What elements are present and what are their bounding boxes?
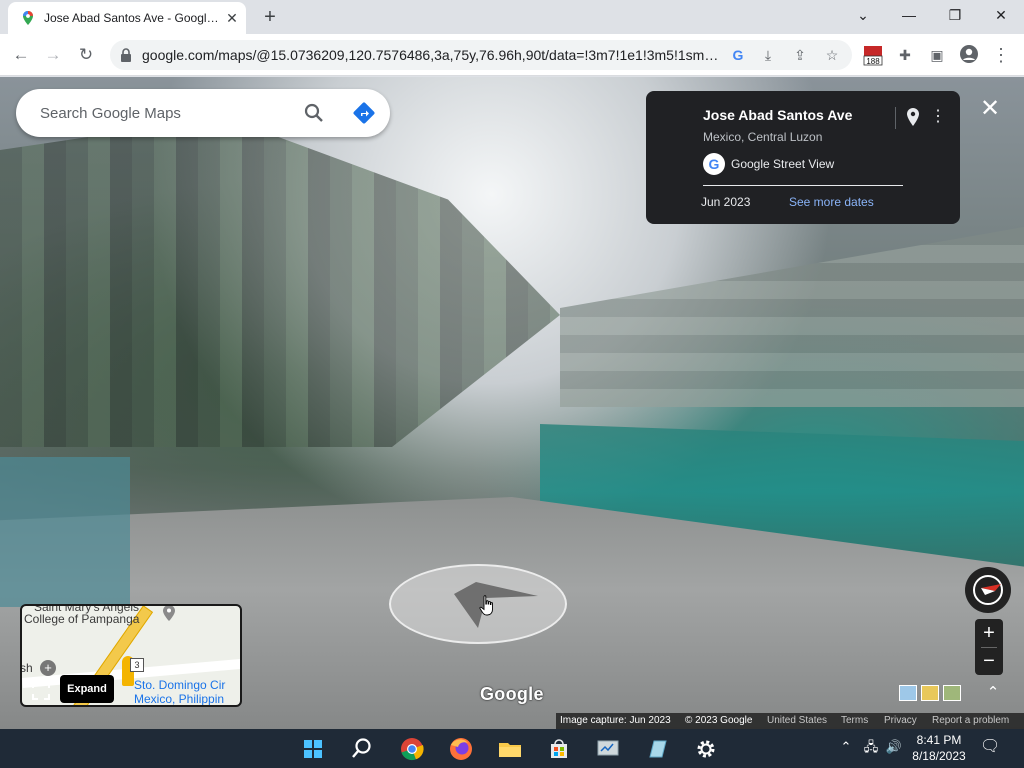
directions-icon[interactable]	[352, 101, 376, 125]
location-subtitle: Mexico, Central Luzon	[703, 130, 823, 144]
route-shield: 3	[130, 658, 144, 672]
divider	[895, 107, 896, 129]
notification-icon[interactable]: 🗨	[980, 737, 1000, 757]
capture-date[interactable]: Jun 2023	[701, 195, 750, 209]
divider	[981, 647, 997, 648]
region-link[interactable]: United States	[767, 713, 827, 729]
calendar-extension-icon: 188	[863, 46, 883, 66]
see-more-dates-link[interactable]: See more dates	[789, 195, 874, 209]
maps-favicon	[23, 11, 33, 25]
minimap-place-label: Sto. Domingo Cir	[134, 678, 226, 692]
back-icon[interactable]: ←	[8, 42, 34, 68]
firefox-icon[interactable]	[445, 733, 477, 765]
tab-strip: Jose Abad Santos Ave - Google Maps ✕ + ⌄…	[0, 0, 1024, 34]
compass-icon	[973, 575, 1003, 605]
star-icon[interactable]: ☆	[822, 45, 842, 65]
minimap-label: sh	[20, 661, 33, 675]
lock-icon	[121, 48, 131, 62]
clock-time: 8:41 PM	[916, 733, 962, 747]
volume-icon[interactable]: 🔊	[884, 737, 904, 757]
minimap[interactable]: Saint Mary's Angels College of Pampanga …	[20, 604, 242, 707]
puzzle-icon[interactable]: ✚	[894, 44, 916, 66]
source-label: Google Street View	[731, 157, 835, 171]
clock-date: 8/18/2023	[912, 749, 966, 763]
location-info-card: Jose Abad Santos Ave Mexico, Central Luz…	[646, 91, 960, 224]
expand-tooltip: Expand	[60, 675, 114, 703]
reload-icon[interactable]: ↻	[73, 42, 99, 68]
restore-icon[interactable]: ❐	[932, 0, 978, 30]
copyright: © 2023 Google	[685, 715, 753, 726]
minimap-label: College of Pampanga	[24, 612, 140, 626]
extension-icon[interactable]: 188	[862, 44, 884, 66]
terms-link[interactable]: Terms	[841, 713, 868, 729]
menu-icon[interactable]: ⋮	[990, 44, 1012, 66]
attribution-bar: Image capture: Jun 2023 © 2023 Google Un…	[556, 713, 1024, 729]
browser-toolbar: ← → ↻ google.com/maps/@15.0736209,120.75…	[0, 34, 1024, 76]
hand-cursor-icon	[479, 595, 493, 616]
close-street-view-icon[interactable]: ✕	[978, 97, 1002, 121]
compass[interactable]	[965, 567, 1011, 613]
more-options-icon[interactable]: ⋮	[930, 107, 946, 127]
extension-badge: 188	[866, 57, 880, 66]
minimap-hospital-icon: +	[40, 660, 56, 676]
google-icon[interactable]: G	[728, 45, 748, 65]
chrome-icon[interactable]	[396, 733, 428, 765]
zoom-in-button[interactable]: +	[975, 619, 1003, 647]
chevron-up-tray-icon[interactable]: ⌃	[836, 737, 856, 757]
profile-icon[interactable]	[958, 44, 980, 66]
report-problem-link[interactable]: Report a problem	[932, 713, 1009, 729]
network-icon[interactable]: 🖧	[861, 737, 881, 757]
chevron-up-icon[interactable]: ⌃	[983, 683, 1003, 703]
forward-icon[interactable]: →	[40, 42, 66, 68]
chevron-down-icon[interactable]: ⌄	[840, 0, 886, 30]
install-icon[interactable]: ⤓	[758, 45, 778, 65]
close-window-icon[interactable]: ✕	[978, 0, 1024, 30]
share-icon[interactable]: ⇪	[790, 45, 810, 65]
file-explorer-icon[interactable]	[494, 733, 526, 765]
url-text[interactable]: google.com/maps/@15.0736209,120.7576486,…	[142, 47, 722, 63]
zoom-out-button[interactable]: −	[975, 647, 1003, 675]
minimap-place-label: Mexico, Philippin	[134, 692, 225, 706]
system-clock[interactable]: 8:41 PM 8/18/2023	[904, 732, 974, 764]
image-capture-date: Image capture: Jun 2023	[560, 715, 671, 726]
store-icon[interactable]	[543, 733, 575, 765]
plus-icon[interactable]: +	[258, 6, 282, 30]
zoom-control: + −	[975, 619, 1003, 675]
windows-taskbar: ⌃ 🖧 🔊 8:41 PM 8/18/2023 🗨	[0, 729, 1024, 768]
sidepanel-icon[interactable]: ▣	[926, 44, 948, 66]
expand-icon[interactable]	[30, 680, 52, 702]
tab-title: Jose Abad Santos Ave - Google Maps	[44, 11, 220, 25]
tab-active[interactable]: Jose Abad Santos Ave - Google Maps ✕	[8, 2, 246, 34]
satellite-layer-thumb[interactable]	[899, 685, 917, 701]
divider	[703, 185, 903, 186]
close-icon[interactable]: ✕	[224, 10, 240, 26]
minimize-icon[interactable]: —	[886, 0, 932, 30]
google-g-icon: G	[703, 153, 725, 175]
app-notebook-icon[interactable]	[641, 733, 673, 765]
layer-switcher[interactable]: ⌃	[895, 681, 1005, 707]
scene-trees	[0, 117, 560, 447]
search-box	[16, 89, 390, 137]
google-logo: Google	[480, 684, 544, 704]
address-bar[interactable]: google.com/maps/@15.0736209,120.7576486,…	[110, 40, 852, 70]
app-monitor-icon[interactable]	[592, 733, 624, 765]
privacy-link[interactable]: Privacy	[884, 713, 917, 729]
map-layer-thumb[interactable]	[921, 685, 939, 701]
minimap-pin-icon	[163, 606, 175, 621]
map-pin-icon[interactable]	[905, 107, 921, 127]
scene-building	[560, 227, 1024, 407]
search-icon[interactable]	[302, 101, 326, 125]
street-view-canvas[interactable]: Jose Abad Santos Ave Mexico, Central Luz…	[0, 77, 1024, 729]
start-icon[interactable]	[297, 733, 329, 765]
search-taskbar-icon[interactable]	[346, 733, 378, 765]
terrain-layer-thumb[interactable]	[943, 685, 961, 701]
search-input[interactable]	[40, 102, 290, 124]
settings-icon[interactable]	[690, 733, 722, 765]
location-title: Jose Abad Santos Ave	[703, 107, 853, 123]
scene-car	[0, 457, 130, 607]
